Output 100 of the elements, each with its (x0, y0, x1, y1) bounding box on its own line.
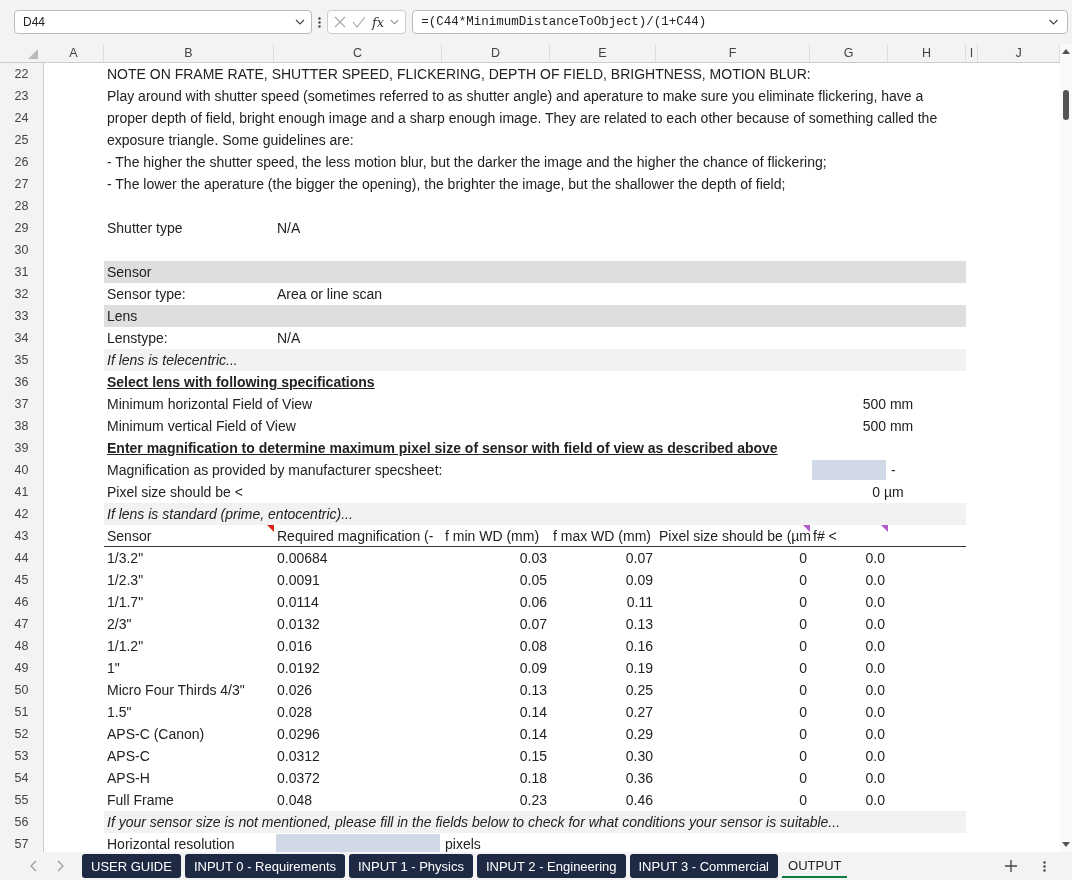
table-cell-text: Minimum vertical Field of View (106, 417, 297, 436)
insert-function-button[interactable]: fx (372, 14, 385, 30)
column-header[interactable]: A (44, 44, 104, 62)
table-cell-text: 1" (106, 659, 121, 678)
plus-icon[interactable] (1005, 860, 1017, 872)
row-number[interactable]: 25 (0, 129, 44, 151)
sheet-tab[interactable]: INPUT 2 - Engineering (476, 854, 626, 878)
table-cell-text: 0.0 (864, 791, 886, 810)
column-header[interactable]: C (274, 44, 442, 62)
row-number[interactable]: 30 (0, 239, 44, 261)
table-cell: Pixel size should be (µm (656, 525, 810, 547)
sheet-tab[interactable]: INPUT 1 - Physics (349, 854, 473, 878)
table-cell-text: 0.05 (518, 571, 548, 590)
row-number[interactable]: 41 (0, 481, 44, 503)
row-number[interactable]: 52 (0, 723, 44, 745)
row-number[interactable]: 47 (0, 613, 44, 635)
table-cell-text: 0.07 (624, 549, 654, 568)
row-number[interactable]: 56 (0, 811, 44, 833)
table-cell-text: 1/1.7" (106, 593, 145, 612)
chevron-left-icon[interactable] (30, 860, 37, 872)
row-number[interactable]: 27 (0, 173, 44, 195)
column-header[interactable]: G (810, 44, 888, 62)
table-cell-text: Pixel size should be < (106, 483, 244, 502)
table-cell-text: 0.0 (864, 725, 886, 744)
row-number[interactable]: 22 (0, 63, 44, 85)
sheet-tab[interactable]: USER GUIDE (82, 854, 181, 878)
row-number[interactable]: 36 (0, 371, 44, 393)
table-cell-text: 1.5" (106, 703, 133, 722)
row-number[interactable]: 40 (0, 459, 44, 481)
sheet-tab[interactable]: INPUT 3 - Commercial (629, 854, 778, 878)
table-cell-text: 500 mm (861, 417, 915, 436)
check-icon[interactable] (352, 16, 366, 28)
row-number[interactable]: 23 (0, 85, 44, 107)
row-number[interactable]: 24 (0, 107, 44, 129)
table-cell-text: 1/2.3" (106, 571, 145, 590)
row-number[interactable]: 35 (0, 349, 44, 371)
row-number[interactable]: 44 (0, 547, 44, 569)
row-number[interactable]: 33 (0, 305, 44, 327)
input-field[interactable] (276, 834, 440, 854)
row-number[interactable]: 57 (0, 833, 44, 855)
name-box[interactable]: D44 (14, 10, 312, 34)
table-cell-text: 0.25 (624, 681, 654, 700)
column-header[interactable]: E (550, 44, 656, 62)
column-header[interactable]: I (966, 44, 978, 62)
input-field[interactable] (812, 460, 886, 480)
table-cell: If your sensor size is not mentioned, please fill in the fields below to check for what conditions your sensor is suitable... (104, 811, 966, 833)
table-cell-text: 0 (798, 615, 808, 634)
row-number[interactable]: 38 (0, 415, 44, 437)
more-icon[interactable] (1043, 860, 1046, 872)
table-cell-text: 0.14 (518, 725, 548, 744)
table-cell-text: 0.15 (518, 747, 548, 766)
table-cell: Lens (104, 305, 966, 327)
row-number[interactable]: 55 (0, 789, 44, 811)
row-number[interactable]: 43 (0, 525, 44, 547)
table-cell-text: 1/3.2" (106, 549, 145, 568)
table-cell-text: 0.07 (518, 615, 548, 634)
row-number[interactable]: 50 (0, 679, 44, 701)
table-cell-text: 0 (798, 769, 808, 788)
table-cell-text: 0.08 (518, 637, 548, 656)
row-number[interactable]: 45 (0, 569, 44, 591)
table-cell-text: 2/3" (106, 615, 133, 634)
table-cell-text: proper depth of field, bright enough image and a sharp enough image. They are related to each other because of something called the (106, 109, 939, 128)
chevron-right-icon[interactable] (57, 860, 64, 872)
chevron-down-icon[interactable] (295, 19, 305, 25)
row-number[interactable]: 26 (0, 151, 44, 173)
table-cell-text: 0.028 (276, 703, 314, 722)
sheet-tab[interactable]: INPUT 0 - Requirements (184, 854, 345, 878)
table-cell-text: 0.30 (624, 747, 654, 766)
row-number[interactable]: 31 (0, 261, 44, 283)
more-icon[interactable] (318, 16, 321, 28)
table-cell-text: APS-C (106, 747, 151, 766)
row-number[interactable]: 53 (0, 745, 44, 767)
row-number[interactable]: 49 (0, 657, 44, 679)
row-number[interactable]: 29 (0, 217, 44, 239)
column-header[interactable]: D (442, 44, 550, 62)
table-cell-text: 0.0 (864, 681, 886, 700)
row-number[interactable]: 46 (0, 591, 44, 613)
column-header[interactable]: B (104, 44, 274, 62)
formula-field[interactable]: =(C44*MinimumDistanceToObject)/(1+C44) (412, 10, 1068, 34)
row-number[interactable]: 39 (0, 437, 44, 459)
table-cell-text: 0 (798, 593, 808, 612)
column-header[interactable]: F (656, 44, 810, 62)
row-number[interactable]: 54 (0, 767, 44, 789)
table-cell-text: Sensor type: (106, 285, 187, 304)
row-number[interactable]: 34 (0, 327, 44, 349)
table-cell-text: 0.16 (624, 637, 654, 656)
row-number[interactable]: 28 (0, 195, 44, 217)
table-cell-text: 0.0 (864, 571, 886, 590)
cancel-icon[interactable] (334, 16, 346, 28)
column-header[interactable]: H (888, 44, 966, 62)
table-cell-text: 0.13 (518, 681, 548, 700)
table-cell-text: 0.0132 (276, 615, 321, 634)
row-number[interactable]: 42 (0, 503, 44, 525)
row-number[interactable]: 37 (0, 393, 44, 415)
row-number[interactable]: 51 (0, 701, 44, 723)
table-cell-text: 0.27 (624, 703, 654, 722)
row-number[interactable]: 48 (0, 635, 44, 657)
row-number[interactable]: 32 (0, 283, 44, 305)
table-cell-text: 0 (798, 725, 808, 744)
chevron-down-icon[interactable] (1048, 19, 1059, 25)
